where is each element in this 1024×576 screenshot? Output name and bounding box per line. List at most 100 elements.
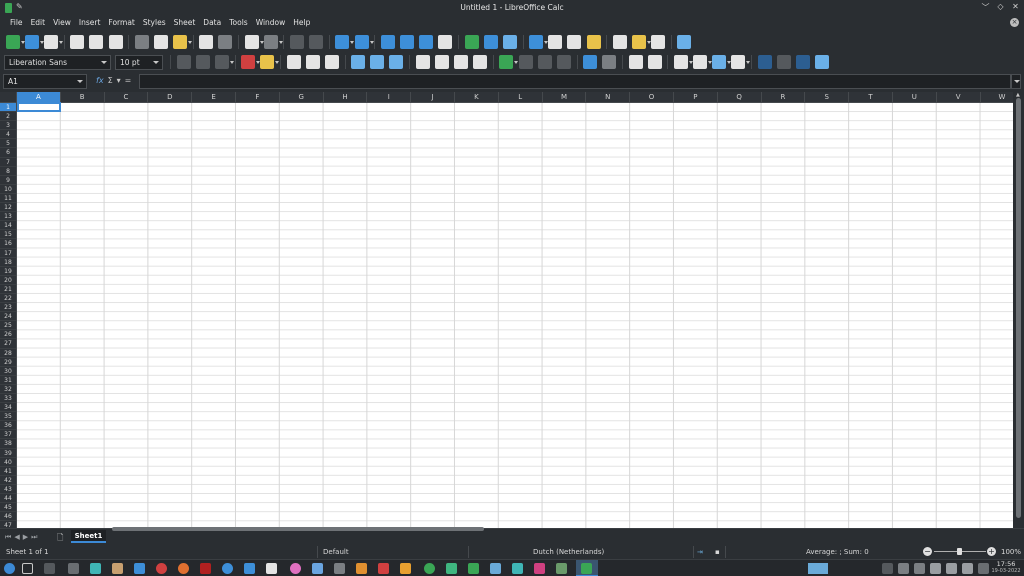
hyperlink-icon[interactable]	[548, 35, 563, 49]
page-style[interactable]: Default	[323, 548, 349, 556]
align-center-icon[interactable]	[305, 55, 320, 69]
messenger-icon[interactable]	[446, 563, 457, 574]
chat-icon[interactable]	[334, 563, 345, 574]
word-processor-icon[interactable]	[244, 563, 255, 574]
vertical-text-icon[interactable]	[796, 55, 811, 69]
row-header[interactable]: 14	[0, 221, 16, 231]
row-header[interactable]: 29	[0, 358, 16, 367]
row-header[interactable]: 8	[0, 167, 16, 176]
row-header[interactable]: 31	[0, 376, 16, 385]
menu-tools[interactable]: Tools	[225, 15, 251, 31]
column-header[interactable]: J	[411, 92, 455, 102]
video-icon[interactable]	[534, 563, 545, 574]
browser-red-icon[interactable]	[156, 563, 167, 574]
row-header[interactable]: 17	[0, 249, 16, 258]
formula-equals-icon[interactable]: =	[125, 76, 132, 85]
row-header[interactable]: 22	[0, 294, 16, 304]
underline-icon[interactable]	[214, 55, 234, 69]
find-replace-icon[interactable]	[290, 35, 305, 49]
language-indicator[interactable]: Dutch (Netherlands)	[533, 548, 604, 556]
sheet-tab-sheet1[interactable]: Sheet1	[71, 530, 106, 543]
row-header[interactable]: 34	[0, 403, 16, 413]
column-header[interactable]: A	[17, 92, 61, 102]
row-header[interactable]: 18	[0, 258, 16, 267]
split-window-icon[interactable]	[651, 35, 666, 49]
row-header[interactable]: 23	[0, 303, 16, 313]
menu-file[interactable]: File	[6, 15, 27, 31]
row-header[interactable]: 36	[0, 421, 16, 431]
rotate-text-icon[interactable]	[815, 55, 830, 69]
menu-edit[interactable]: Edit	[27, 15, 50, 31]
code-editor-icon[interactable]	[512, 563, 523, 574]
column-header[interactable]: R	[762, 92, 806, 102]
pager-desktop[interactable]	[808, 563, 828, 574]
first-sheet-icon[interactable]: ⏮	[5, 533, 11, 542]
package-icon[interactable]	[400, 563, 411, 574]
row-icon[interactable]	[335, 35, 355, 49]
save-icon[interactable]	[43, 35, 63, 49]
horizontal-scroll-thumb[interactable]	[112, 527, 484, 531]
column-header[interactable]: C	[105, 92, 149, 102]
calc-taskbar-icon[interactable]	[581, 563, 592, 574]
border-color-icon[interactable]	[712, 55, 732, 69]
wifi-icon[interactable]	[962, 563, 973, 574]
media-icon[interactable]	[290, 563, 301, 574]
cut-icon[interactable]	[134, 35, 149, 49]
pivot-table-icon[interactable]	[502, 35, 517, 49]
system-monitor-icon[interactable]	[90, 563, 101, 574]
column-header[interactable]: L	[499, 92, 543, 102]
application-launcher-icon[interactable]	[4, 563, 15, 574]
column-header[interactable]: G	[280, 92, 324, 102]
next-sheet-icon[interactable]: ▶	[23, 533, 28, 542]
insert-chart-icon[interactable]	[483, 35, 498, 49]
terminal-icon[interactable]	[68, 563, 79, 574]
number-format-icon[interactable]	[537, 55, 552, 69]
notes-icon[interactable]	[914, 563, 925, 574]
date-format-icon[interactable]	[556, 55, 571, 69]
conditional-format-icon[interactable]	[731, 55, 751, 69]
cell-area[interactable]	[17, 103, 1013, 528]
spotify-icon[interactable]	[424, 563, 435, 574]
row-header[interactable]: 33	[0, 394, 16, 404]
chevron-down-icon[interactable]: ▾	[117, 76, 121, 85]
sum-icon[interactable]: Σ	[108, 76, 113, 85]
bold-icon[interactable]	[176, 55, 191, 69]
left-to-right-icon[interactable]	[776, 55, 791, 69]
column-header[interactable]: H	[324, 92, 368, 102]
editor-icon[interactable]	[312, 563, 323, 574]
function-wizard-icon[interactable]: fx	[96, 76, 104, 85]
column-header[interactable]: W	[981, 92, 1013, 102]
column-header[interactable]: N	[586, 92, 631, 102]
redo-icon[interactable]	[263, 35, 283, 49]
vertical-scrollbar[interactable]: ▲	[1013, 92, 1024, 528]
print-icon[interactable]	[89, 35, 104, 49]
network-icon[interactable]	[222, 563, 233, 574]
column-header[interactable]: E	[192, 92, 236, 102]
percent-format-icon[interactable]	[518, 55, 533, 69]
insert-image-icon[interactable]	[464, 35, 479, 49]
row-header[interactable]: 20	[0, 276, 16, 285]
show-desktop-icon[interactable]	[22, 563, 33, 574]
file-manager-icon[interactable]	[134, 563, 145, 574]
clear-formatting-icon[interactable]	[218, 35, 233, 49]
row-header[interactable]: 25	[0, 321, 16, 331]
add-decimal-place-icon[interactable]	[583, 55, 598, 69]
menu-window[interactable]: Window	[252, 15, 290, 31]
autofilter-icon[interactable]	[438, 35, 453, 49]
zoom-in-icon[interactable]: +	[987, 547, 996, 556]
sort-descending-icon[interactable]	[419, 35, 434, 49]
sort-icon[interactable]	[380, 35, 395, 49]
formula-input[interactable]	[139, 74, 1011, 89]
last-sheet-icon[interactable]: ⏭	[31, 533, 37, 542]
column-icon[interactable]	[354, 35, 374, 49]
row-header[interactable]: 12	[0, 203, 16, 213]
center-vertically-icon[interactable]	[370, 55, 385, 69]
row-header[interactable]: 26	[0, 330, 16, 340]
export-pdf-icon[interactable]	[70, 35, 85, 49]
row-header[interactable]: 45	[0, 503, 16, 513]
font-size-box[interactable]: 10 pt	[115, 54, 163, 70]
row-header[interactable]: 13	[0, 212, 16, 222]
row-header[interactable]: 4	[0, 130, 16, 140]
font-name-box[interactable]: Liberation Sans	[4, 54, 111, 70]
highlight-color-icon[interactable]	[260, 55, 280, 69]
